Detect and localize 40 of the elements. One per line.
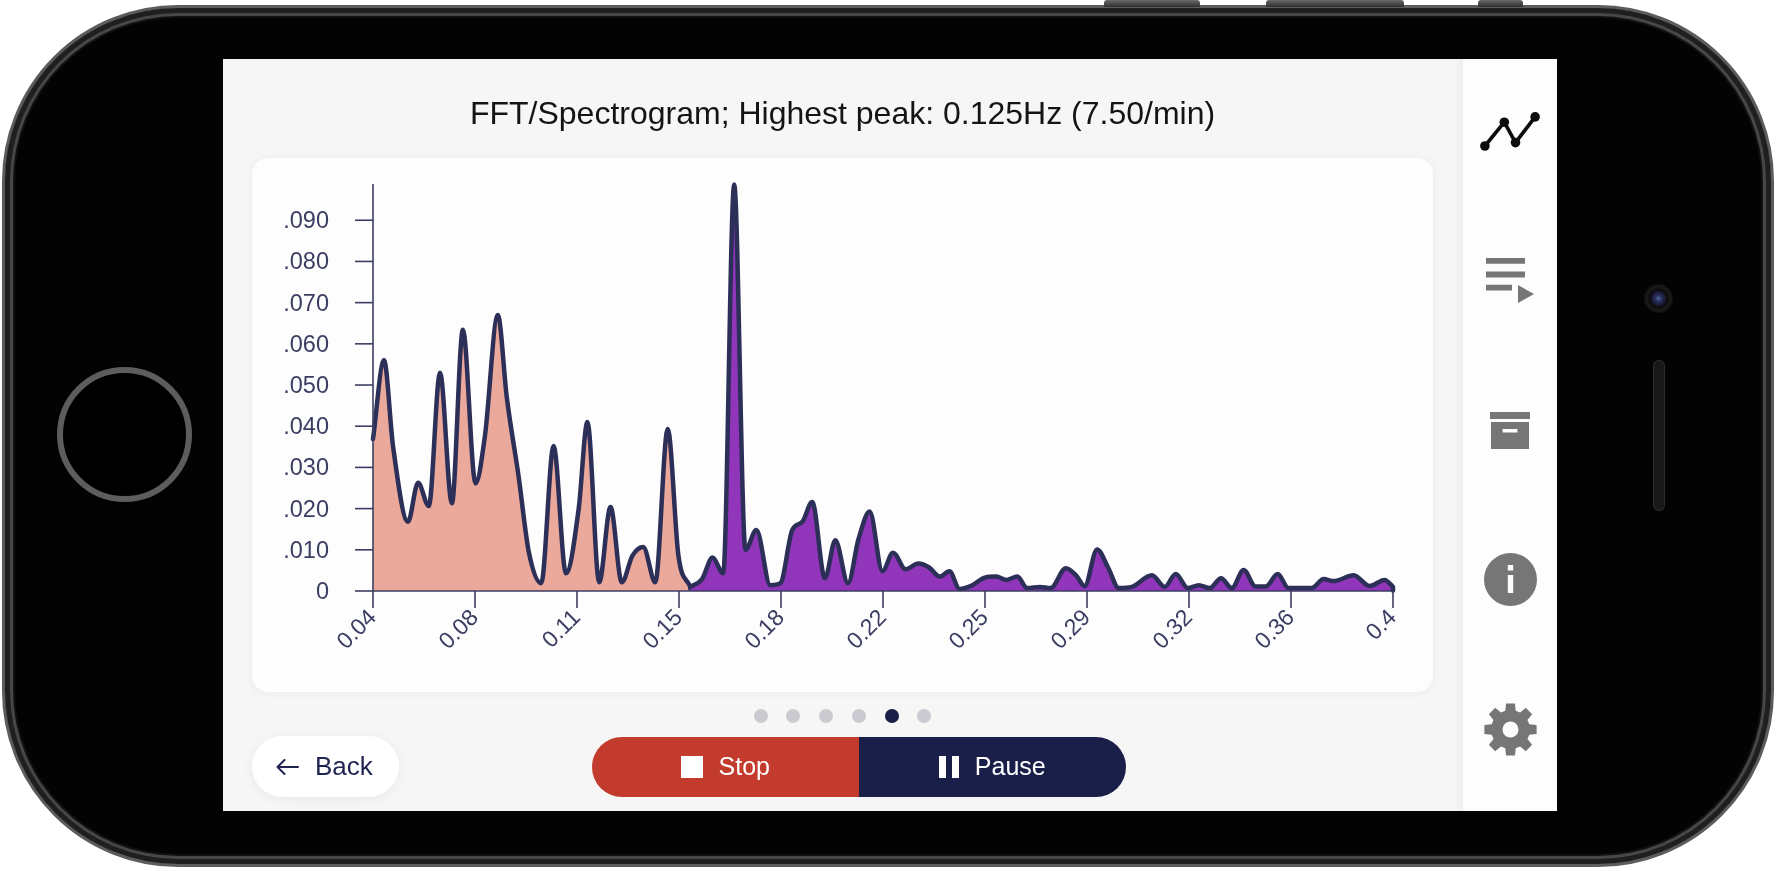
playlist-icon xyxy=(1486,258,1534,303)
y-tick-label: .020 xyxy=(283,495,329,522)
y-tick-label: .070 xyxy=(283,289,329,316)
y-tick-label: .010 xyxy=(283,536,329,563)
pause-button[interactable]: Pause xyxy=(858,736,1126,797)
page-dot[interactable] xyxy=(753,709,768,723)
x-tick-label: 0.25 xyxy=(943,603,994,654)
y-tick-label: .060 xyxy=(283,330,329,357)
page-dot[interactable] xyxy=(851,709,866,723)
x-tick-label: 0.32 xyxy=(1147,603,1198,654)
y-tick-label: .040 xyxy=(283,413,329,440)
page-dot[interactable] xyxy=(917,709,932,723)
x-tick-label: 0.18 xyxy=(739,603,790,654)
y-tick-label: .080 xyxy=(283,248,329,275)
stop-icon xyxy=(680,755,703,778)
page-dot[interactable] xyxy=(884,709,899,723)
x-tick-label: 0.22 xyxy=(841,603,892,654)
info-icon xyxy=(1483,553,1537,606)
settings-icon xyxy=(1483,702,1537,756)
y-tick-label: 0 xyxy=(315,578,329,604)
pause-icon xyxy=(938,755,959,778)
chart-title: FFT/Spectrogram; Highest peak: 0.125Hz (7.50/min) xyxy=(469,95,1216,131)
line-chart-icon xyxy=(1480,111,1540,151)
x-tick-label: 0.15 xyxy=(637,603,688,654)
back-button[interactable]: Back xyxy=(252,736,399,797)
stop-button[interactable]: Stop xyxy=(591,736,859,797)
y-tick-label: .090 xyxy=(283,207,329,234)
x-tick-label: 0.11 xyxy=(536,603,586,653)
page-dot[interactable] xyxy=(819,709,834,723)
arrow-left-icon xyxy=(276,758,299,775)
x-tick-label: 0.36 xyxy=(1249,603,1300,654)
x-tick-label: 0.04 xyxy=(331,603,382,654)
page-dot[interactable] xyxy=(786,709,801,723)
y-tick-label: .030 xyxy=(283,454,329,481)
phone-edge-key xyxy=(1478,0,1523,7)
archive-box-icon xyxy=(1490,411,1530,449)
x-tick-label: 0.4 xyxy=(1360,603,1402,645)
x-tick-label: 0.08 xyxy=(433,603,484,654)
y-tick-label: .050 xyxy=(283,372,329,399)
x-tick-label: 0.29 xyxy=(1045,603,1096,654)
